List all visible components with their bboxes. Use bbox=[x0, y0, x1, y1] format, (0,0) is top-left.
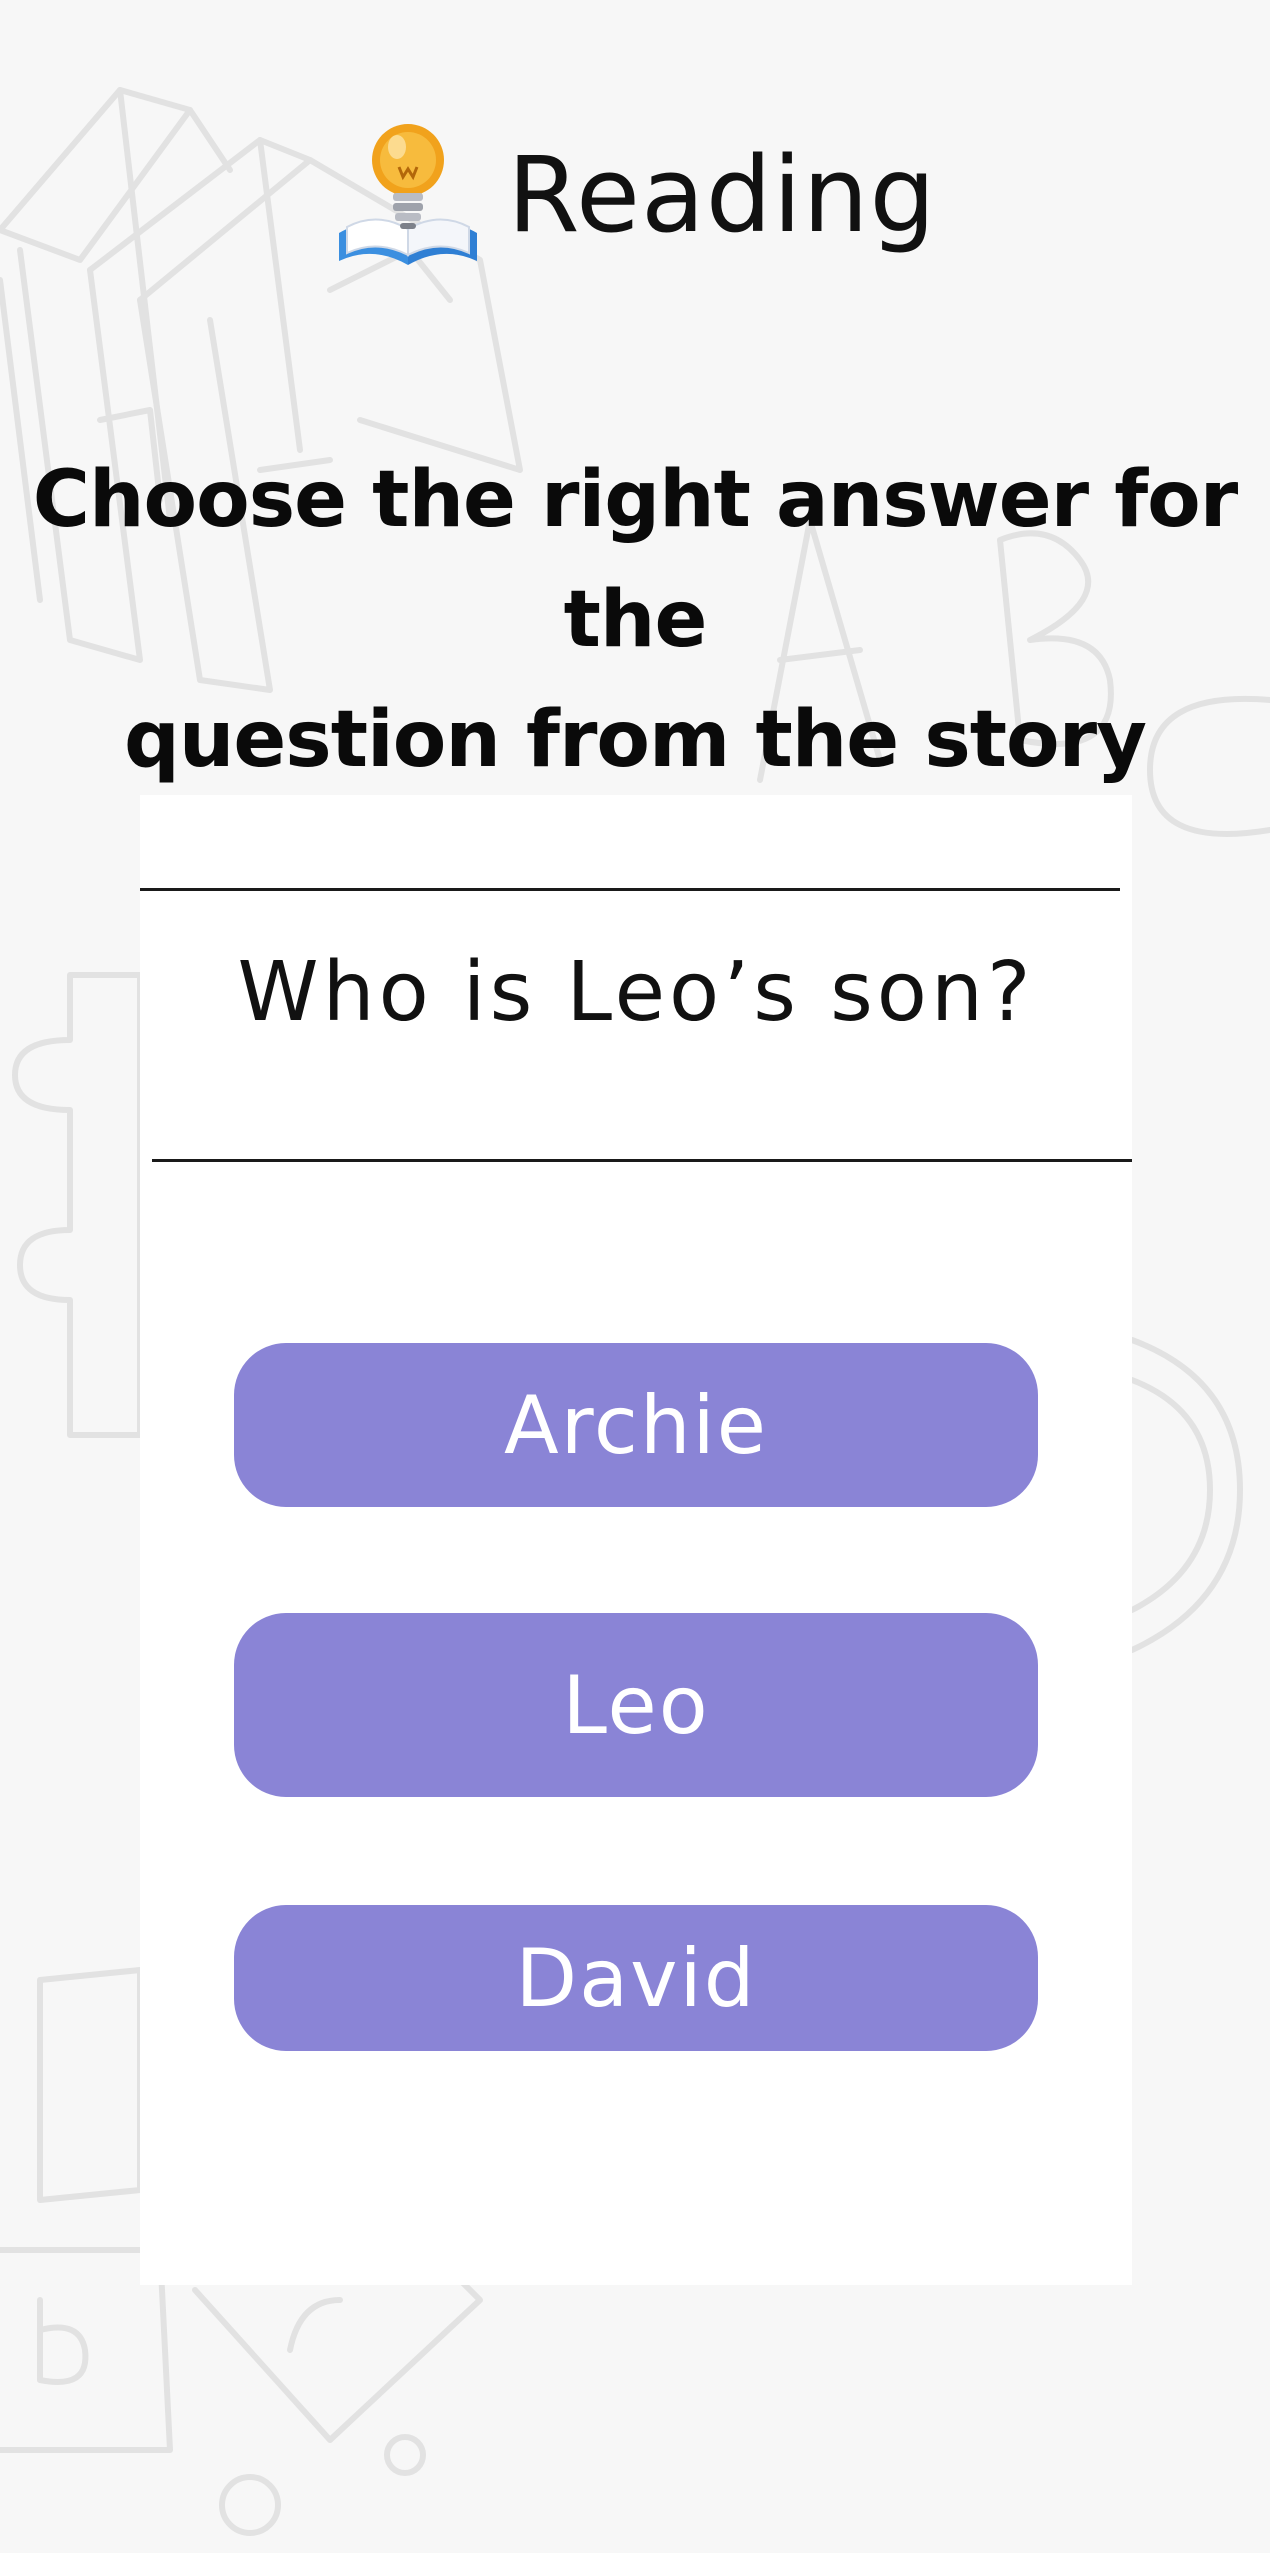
lightbulb-book-icon bbox=[339, 124, 478, 265]
question-text: Who is Leo’s son? bbox=[237, 945, 1035, 1040]
answer-label: Leo bbox=[562, 1658, 710, 1752]
answer-label: David bbox=[515, 1931, 757, 2025]
answer-button-david[interactable]: David bbox=[234, 1905, 1038, 2051]
header: Reading bbox=[0, 110, 1270, 280]
divider-bottom bbox=[152, 1159, 1132, 1162]
app-title: Reading bbox=[507, 134, 937, 256]
instruction-text: Choose the right answer for the question… bbox=[20, 440, 1250, 800]
instruction-line-1: Choose the right answer for the bbox=[32, 455, 1238, 665]
question-card: Who is Leo’s son? Archie Leo David bbox=[140, 795, 1132, 2285]
instruction-line-2: question from the story bbox=[124, 695, 1147, 785]
divider-top bbox=[140, 888, 1120, 891]
answer-button-archie[interactable]: Archie bbox=[234, 1343, 1038, 1507]
answer-button-leo[interactable]: Leo bbox=[234, 1613, 1038, 1797]
answer-label: Archie bbox=[504, 1378, 768, 1472]
